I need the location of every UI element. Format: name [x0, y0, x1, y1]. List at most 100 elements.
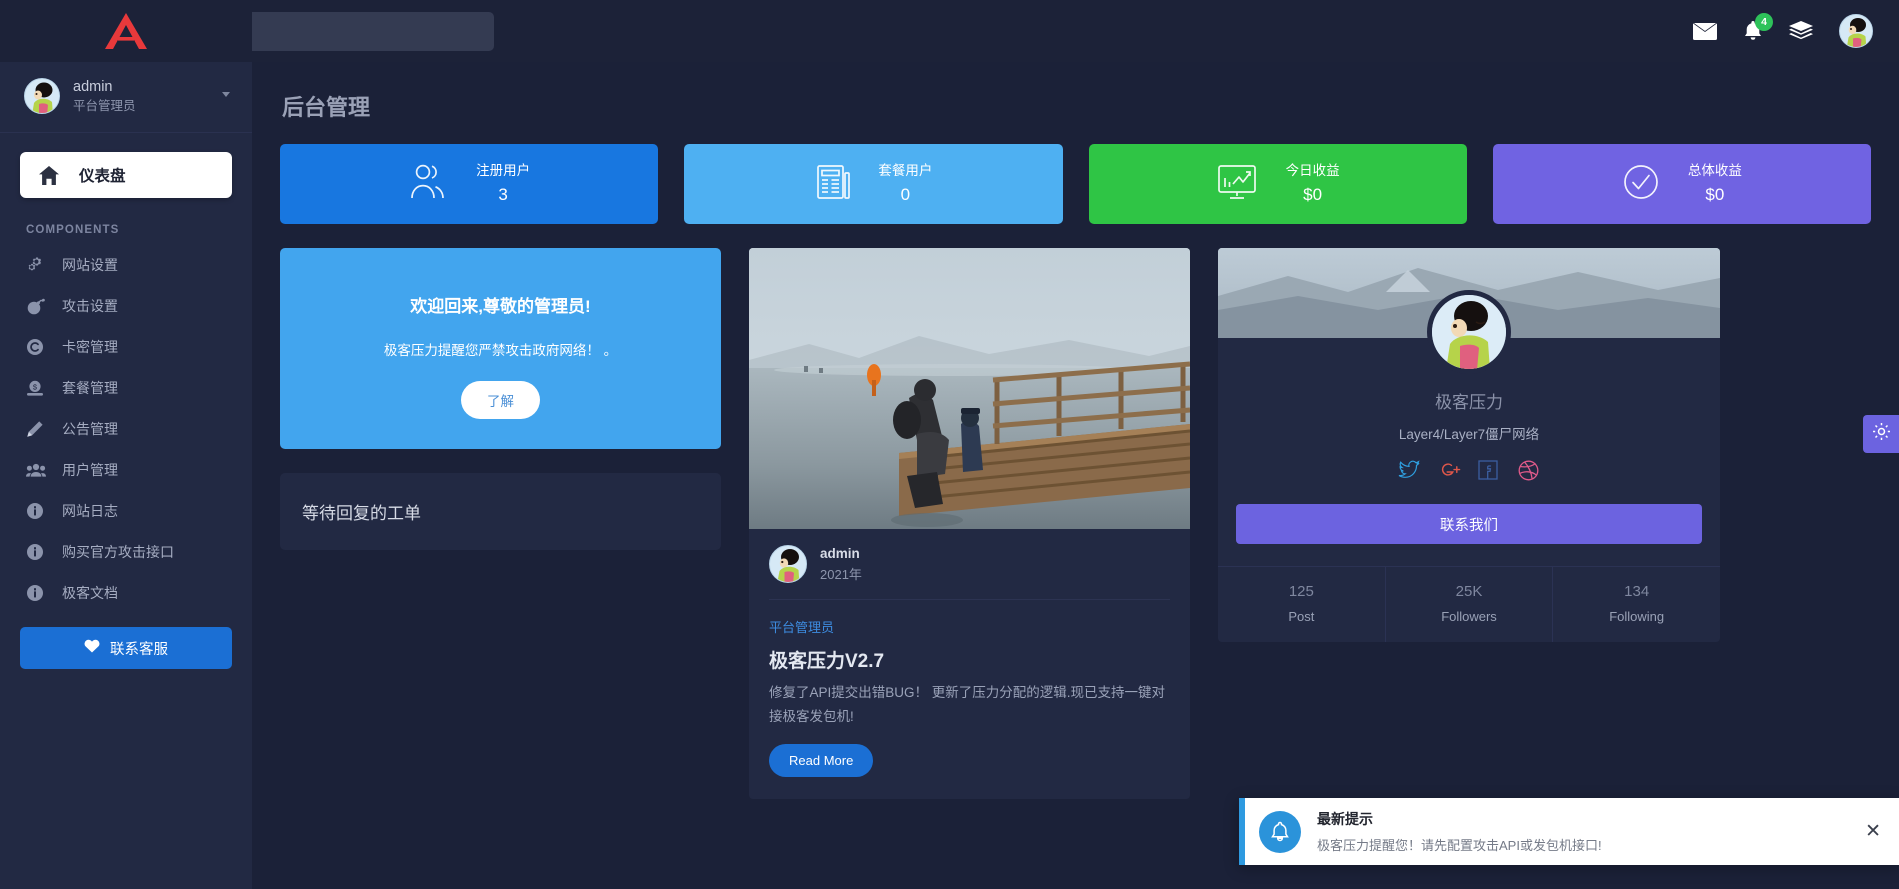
welcome-title: 欢迎回来,尊敬的管理员!: [410, 297, 591, 316]
gears-icon: [26, 256, 50, 274]
home-icon: [39, 165, 65, 185]
info-circle-icon: [26, 502, 50, 520]
post-category-link[interactable]: 平台管理员: [769, 617, 1170, 636]
stat-label: 套餐用户: [878, 162, 933, 178]
toast-body: 最新提示 极客压力提醒您！请先配置攻击API或发包机接口!: [1317, 809, 1602, 854]
stat-value: 3: [498, 185, 508, 205]
stat-card-package-users[interactable]: 套餐用户 0: [684, 144, 1063, 224]
layers-icon[interactable]: [1789, 21, 1813, 41]
stat-card-total-income[interactable]: 总体收益 $0: [1492, 144, 1871, 224]
profile-stat-post: 125 Post: [1218, 567, 1385, 642]
sidebar-item-announcement[interactable]: 公告管理: [0, 408, 252, 449]
panels-row: 欢迎回来,尊敬的管理员! 极客压力提醒您严禁攻击政府网络！ 。 了解 等待回复的…: [280, 248, 1871, 800]
contact-support-button[interactable]: 联系客服: [20, 627, 232, 670]
sidebar: admin 平台管理员 仪表盘 COMPONENTS 网站设置 攻击设置 卡密管…: [0, 0, 252, 889]
right-column: 极客压力 Layer4/Layer7僵尸网络 联系我们 125 Post 25K…: [1218, 248, 1720, 642]
settings-gear-tab[interactable]: [1863, 415, 1899, 453]
newspaper-outline-icon: [814, 163, 851, 206]
monitor-chart-outline-icon: [1216, 163, 1258, 206]
sidebar-item-docs[interactable]: 极客文档: [0, 572, 252, 613]
stat-cards: 注册用户 3 套餐用户 0 今日收益 $0 总体收益 $0: [280, 144, 1871, 224]
money-coin-icon: $: [26, 379, 50, 397]
sidebar-section-label: COMPONENTS: [26, 224, 120, 237]
welcome-learn-button[interactable]: 了解: [461, 381, 540, 419]
post-author-name: admin: [820, 545, 860, 561]
bell-icon[interactable]: 4: [1743, 13, 1773, 42]
stat-card-registered-users[interactable]: 注册用户 3: [280, 144, 659, 224]
avatar: [24, 78, 60, 115]
mail-icon[interactable]: [1693, 22, 1717, 40]
user-name: admin: [73, 79, 113, 95]
search-box[interactable]: [252, 11, 494, 51]
close-icon[interactable]: ✕: [1865, 822, 1881, 841]
users-outline-icon: [408, 163, 448, 206]
sidebar-item-site-settings[interactable]: 网站设置: [0, 244, 252, 285]
page-title: 后台管理: [282, 95, 371, 120]
toast-title: 最新提示: [1317, 811, 1373, 827]
triangle-a-logo-icon[interactable]: [103, 11, 149, 51]
sidebar-item-label: 网站设置: [62, 256, 118, 273]
welcome-subtitle: 极客压力提醒您严禁攻击政府网络！ 。: [383, 343, 618, 358]
sidebar-item-buy-api[interactable]: 购买官方攻击接口: [0, 531, 252, 572]
sidebar-item-package[interactable]: $ 套餐管理: [0, 367, 252, 408]
stat-value: 0: [900, 185, 911, 205]
user-role: 平台管理员: [73, 98, 136, 113]
profile-stats: 125 Post 25K Followers 134 Following: [1218, 566, 1720, 642]
sidebar-item-dashboard[interactable]: 仪表盘: [20, 152, 232, 199]
topbar: 4: [252, 0, 1899, 62]
post-author: admin 2021年: [769, 545, 1170, 600]
read-more-button[interactable]: Read More: [769, 744, 874, 778]
stat-text: 今日收益 $0: [1286, 160, 1340, 209]
welcome-card: 欢迎回来,尊敬的管理员! 极客压力提醒您严禁攻击政府网络！ 。 了解: [280, 248, 721, 449]
check-circle-outline-icon: [1622, 163, 1660, 206]
profile-stat-followers: 25K Followers: [1384, 567, 1553, 642]
chevron-down-icon[interactable]: [222, 92, 230, 97]
stat-label: Following: [1609, 609, 1665, 624]
search-input[interactable]: [252, 23, 480, 39]
stat-number: 25K: [1455, 583, 1483, 600]
stat-label: 注册用户: [476, 162, 531, 178]
notification-badge: 4: [1755, 13, 1773, 31]
stat-number: 125: [1288, 583, 1314, 600]
post-author-meta: admin 2021年: [820, 546, 862, 583]
profile-card: 极客压力 Layer4/Layer7僵尸网络 联系我们 125 Post 25K…: [1218, 248, 1720, 642]
twitter-icon[interactable]: [1398, 460, 1420, 482]
sidebar-item-label: 网站日志: [62, 502, 118, 519]
stat-card-today-income[interactable]: 今日收益 $0: [1088, 144, 1467, 224]
pending-tickets-title: 等待回复的工单: [302, 504, 421, 523]
sidebar-user-block[interactable]: admin 平台管理员: [0, 62, 252, 134]
contact-support-label: 联系客服: [110, 641, 168, 658]
sidebar-item-label: 用户管理: [62, 461, 118, 478]
stat-text: 套餐用户 0: [878, 160, 932, 209]
sidebar-item-label: 卡密管理: [62, 338, 118, 355]
post-card: admin 2021年 平台管理员 极客压力V2.7 修复了API提交出错BUG…: [749, 248, 1190, 800]
bell-icon: [1259, 810, 1301, 853]
content: 后台管理 注册用户 3 套餐用户 0 今日收益 $0 总体收益 $0 欢迎回来,…: [252, 62, 1899, 800]
contact-us-button[interactable]: 联系我们: [1236, 504, 1702, 544]
dribbble-icon[interactable]: [1518, 460, 1540, 482]
sidebar-item-card-key[interactable]: 卡密管理: [0, 326, 252, 367]
stat-label: Post: [1288, 609, 1315, 624]
google-plus-icon[interactable]: [1438, 460, 1461, 482]
left-column: 欢迎回来,尊敬的管理员! 极客压力提醒您严禁攻击政府网络！ 。 了解 等待回复的…: [280, 248, 721, 550]
sidebar-item-label: 极客文档: [62, 584, 118, 601]
sidebar-item-label: 仪表盘: [79, 168, 126, 186]
heart-icon: [84, 639, 100, 657]
users-icon: [26, 462, 50, 478]
user-meta: admin 平台管理员: [73, 78, 136, 114]
toast-notification: 最新提示 极客压力提醒您！请先配置攻击API或发包机接口! ✕: [1239, 798, 1899, 865]
pending-tickets-card: 等待回复的工单: [280, 473, 721, 550]
middle-column: admin 2021年 平台管理员 极客压力V2.7 修复了API提交出错BUG…: [749, 248, 1190, 800]
profile-description: Layer4/Layer7僵尸网络: [1398, 427, 1540, 442]
sidebar-item-user-management[interactable]: 用户管理: [0, 449, 252, 490]
facebook-icon[interactable]: [1478, 460, 1500, 482]
gear-icon: [1872, 422, 1891, 446]
avatar[interactable]: [1839, 14, 1873, 48]
post-title: 极客压力V2.7: [769, 651, 885, 672]
sidebar-item-attack-settings[interactable]: 攻击设置: [0, 285, 252, 326]
info-circle-icon: [26, 584, 50, 602]
sidebar-item-site-log[interactable]: 网站日志: [0, 490, 252, 531]
bomb-icon: [26, 297, 50, 315]
stat-label: 今日收益: [1285, 162, 1340, 178]
profile-avatar-wrap: [1218, 290, 1720, 374]
